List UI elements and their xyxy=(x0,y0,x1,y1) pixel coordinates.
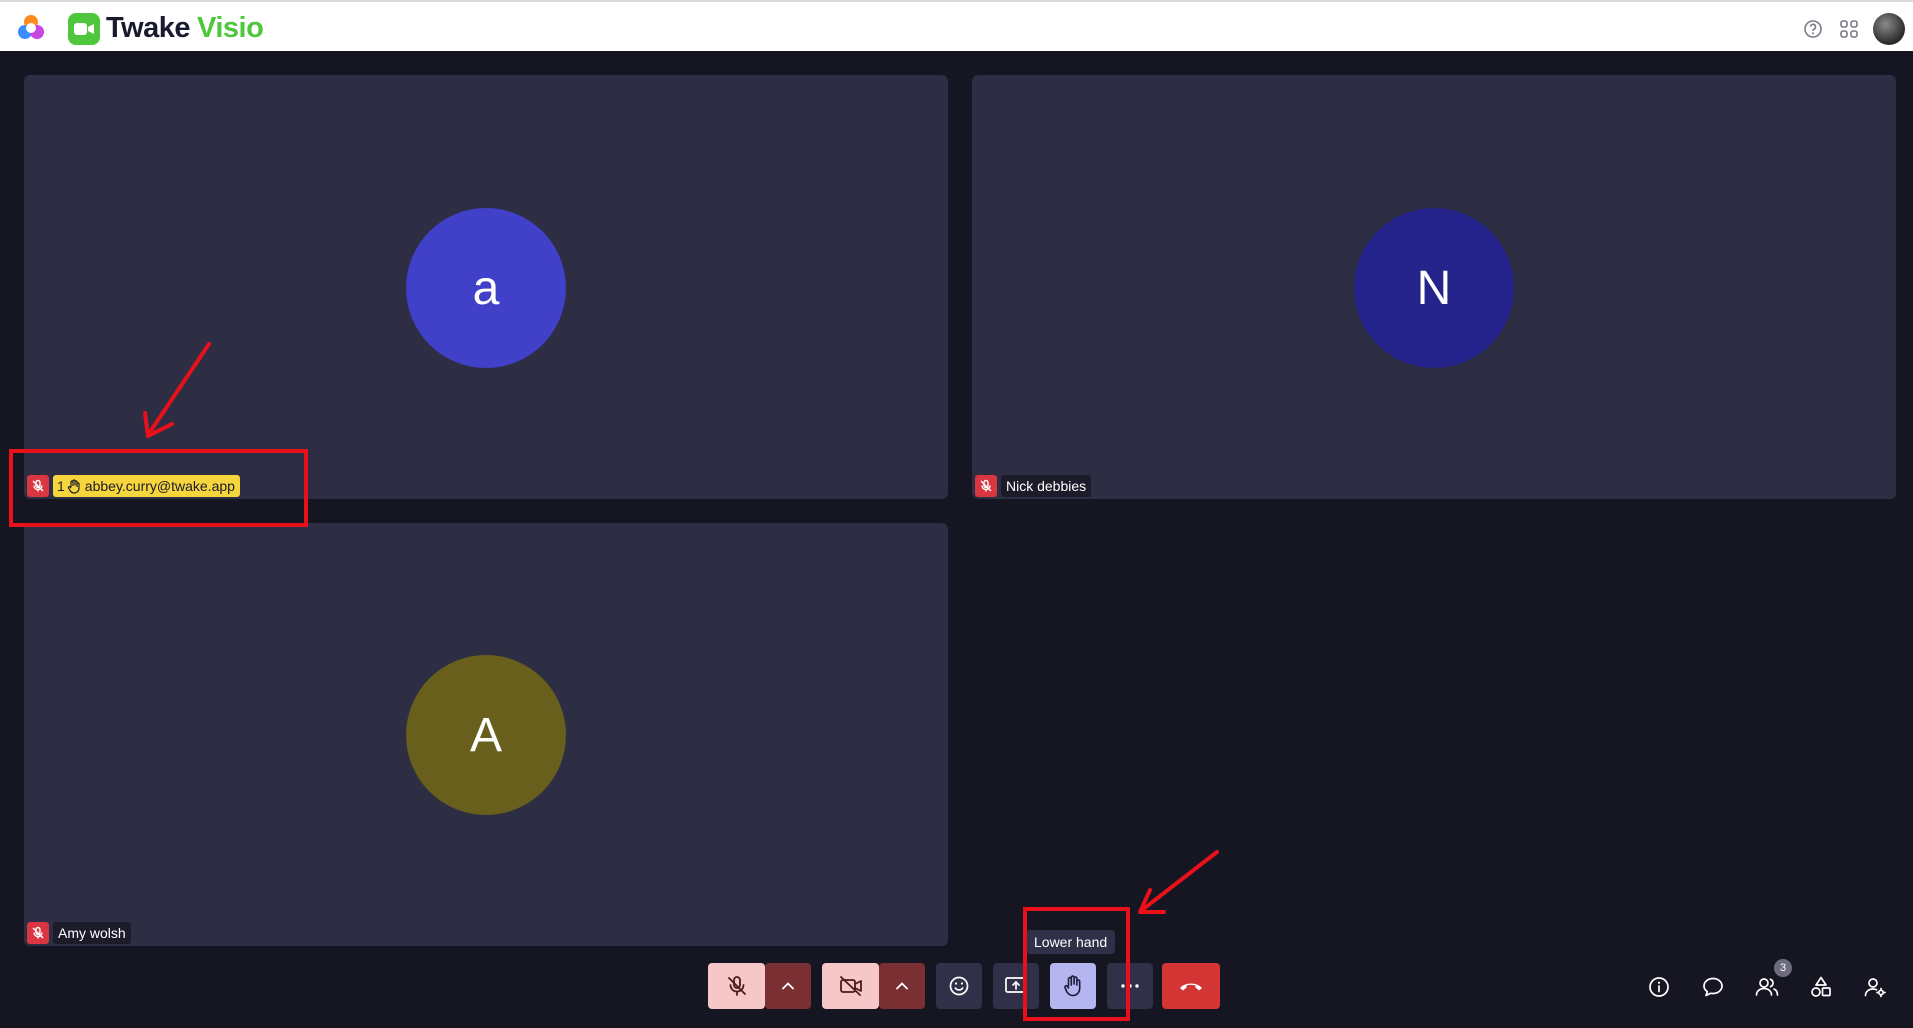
emoji-icon xyxy=(949,976,969,996)
mic-muted-icon xyxy=(727,976,746,996)
participant-tile: N Nick debbies xyxy=(972,75,1896,499)
participant-avatar: A xyxy=(406,655,566,815)
participant-tile: a 1 abbey.curry@twake.app xyxy=(24,75,948,499)
participant-avatar: a xyxy=(406,208,566,368)
leave-call-button[interactable] xyxy=(1162,963,1220,1009)
brand-logo[interactable]: Twake Visio xyxy=(68,12,264,45)
apps-grid-icon[interactable] xyxy=(1837,17,1861,41)
toggle-microphone-button[interactable] xyxy=(708,963,765,1009)
info-icon[interactable] xyxy=(1645,973,1673,1001)
video-off-icon xyxy=(839,976,862,996)
chevron-up-icon xyxy=(782,982,794,990)
toggle-camera-button[interactable] xyxy=(822,963,879,1009)
mic-muted-icon xyxy=(975,475,997,497)
participants-icon[interactable] xyxy=(1753,973,1781,1001)
mic-muted-icon xyxy=(27,922,49,944)
chat-icon[interactable] xyxy=(1699,973,1727,1001)
participant-name: Nick debbies xyxy=(1001,475,1092,497)
annotation-box-lower-hand xyxy=(1023,907,1130,1021)
brand-name: Twake xyxy=(106,12,191,44)
visio-camera-icon xyxy=(68,12,100,45)
participant-avatar: N xyxy=(1354,208,1514,368)
annotation-box-hand-tag xyxy=(9,449,308,527)
microphone-options-button[interactable] xyxy=(765,963,811,1009)
help-icon[interactable] xyxy=(1801,17,1825,41)
participant-name-tag: Nick debbies xyxy=(975,475,1092,497)
participant-tile: A Amy wolsh xyxy=(24,523,948,946)
brand-accent: Visio xyxy=(197,12,264,44)
participants-count-badge: 3 xyxy=(1774,959,1792,977)
participant-name: Amy wolsh xyxy=(53,922,131,944)
twake-workplace-logo-icon[interactable] xyxy=(14,11,48,45)
camera-options-button[interactable] xyxy=(879,963,925,1009)
reactions-button[interactable] xyxy=(936,963,982,1009)
hang-up-icon xyxy=(1180,983,1202,991)
top-bar: Twake Visio xyxy=(0,0,1913,51)
participant-name-tag: Amy wolsh xyxy=(27,922,131,944)
user-avatar[interactable] xyxy=(1873,13,1905,45)
chevron-up-icon xyxy=(896,982,908,990)
tools-icon[interactable] xyxy=(1807,973,1835,1001)
admin-icon[interactable] xyxy=(1861,973,1889,1001)
